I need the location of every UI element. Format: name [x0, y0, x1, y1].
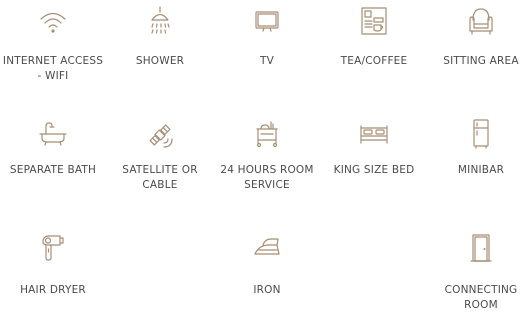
amenity-label: KING SIZE BED: [333, 164, 415, 176]
amenity-shower: SHOWER: [108, 4, 212, 69]
amenity-king-size-bed: KING SIZE BED: [322, 115, 426, 178]
iron-icon: [247, 230, 287, 270]
shower-icon: [140, 4, 180, 44]
bed-icon: [354, 115, 394, 155]
amenity-sitting-area: SITTING AREA: [429, 4, 521, 69]
amenity-wifi: INTERNET ACCESS - WIFI: [1, 4, 105, 84]
room-service-cart-icon: [247, 115, 287, 155]
amenity-minibar: MINIBAR: [429, 115, 521, 178]
amenities-grid: INTERNET ACCESS - WIFI SHOWER TV TEA/COF…: [0, 0, 521, 313]
satellite-icon: [140, 115, 180, 155]
door-icon: [461, 230, 501, 270]
armchair-icon: [461, 4, 501, 44]
fridge-icon: [461, 115, 501, 155]
amenity-tea-coffee: TEA/COFFEE: [322, 4, 426, 69]
amenity-label: SITTING AREA: [443, 55, 519, 67]
amenity-label: SATELLITE OR CABLE: [122, 164, 198, 191]
amenity-iron: IRON: [215, 230, 319, 298]
amenity-hair-dryer: HAIR DRYER: [1, 230, 105, 298]
amenity-label: SHOWER: [135, 55, 185, 67]
amenity-label: SEPARATE BATH: [9, 164, 97, 176]
wifi-icon: [33, 4, 73, 44]
amenity-separate-bath: SEPARATE BATH: [1, 115, 105, 178]
amenity-satellite: SATELLITE OR CABLE: [108, 115, 212, 193]
bathtub-icon: [33, 115, 73, 155]
amenity-room-service: 24 HOURS ROOM SERVICE: [215, 115, 319, 193]
amenity-tv: TV: [215, 4, 319, 69]
hair-dryer-icon: [33, 230, 73, 270]
amenity-label: TV: [260, 55, 274, 67]
amenity-label: CONNECTING ROOM: [444, 284, 518, 311]
amenity-label: TEA/COFFEE: [340, 55, 408, 67]
amenity-connecting-room: CONNECTING ROOM: [429, 230, 521, 313]
coffee-maker-icon: [354, 4, 394, 44]
amenity-label: 24 HOURS ROOM SERVICE: [220, 164, 314, 191]
amenity-label: IRON: [253, 284, 281, 296]
amenity-label: MINIBAR: [457, 164, 505, 176]
tv-icon: [247, 4, 287, 44]
amenity-label: INTERNET ACCESS - WIFI: [2, 55, 104, 82]
amenity-label: HAIR DRYER: [20, 284, 86, 296]
